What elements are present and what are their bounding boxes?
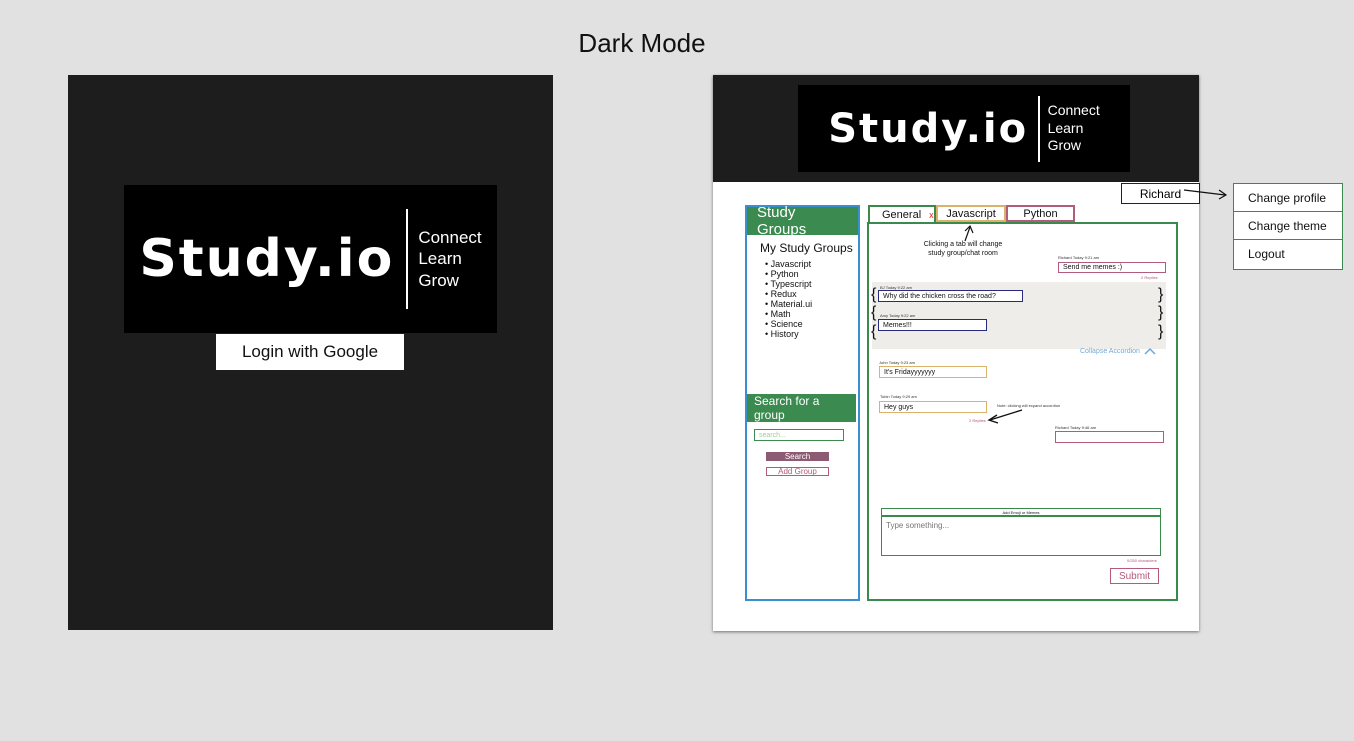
sidebar-title: Study Groups [747, 204, 858, 238]
sidebar-item-javascript[interactable]: Javascript [765, 259, 858, 269]
login-logo: Study.io Connect Learn Grow [124, 185, 497, 333]
chat-message[interactable]: Hey guys [879, 401, 987, 413]
logo-wordmark: Study.io [139, 229, 395, 289]
logo-wordmark: Study.io [828, 105, 1029, 152]
collapse-label: Collapse Accordion [1080, 348, 1140, 355]
message-meta: John Today 9:23 am [879, 360, 915, 365]
sidebar-item-history[interactable]: History [765, 329, 858, 339]
tab-javascript[interactable]: Javascript [936, 205, 1006, 222]
chat-message[interactable]: Send me memes :) [1058, 262, 1166, 273]
search-group-heading: Search for a group [747, 394, 856, 422]
sidebar-item-material-ui[interactable]: Material.ui [765, 299, 858, 309]
logo-divider [1038, 95, 1040, 162]
brace-left-icon: { [871, 286, 877, 303]
tagline-grow: Grow [418, 270, 459, 290]
message-replies-link[interactable]: 2 Replies [969, 418, 986, 423]
tagline-connect: Connect [1047, 102, 1100, 119]
reply-note-arrow-icon [987, 409, 1023, 424]
sidebar-item-redux[interactable]: Redux [765, 289, 858, 299]
add-group-button[interactable]: Add Group [766, 467, 829, 476]
brace-left-icon: { [871, 323, 877, 340]
menu-item-change-theme[interactable]: Change theme [1234, 212, 1342, 240]
chat-message[interactable]: Why did the chicken cross the road? [878, 290, 1023, 302]
character-count: 0/250 characters [1127, 558, 1157, 563]
brace-left-icon: { [871, 304, 877, 321]
arrow-to-menu-icon [1183, 189, 1228, 200]
page-title: Dark Mode [578, 28, 706, 58]
sidebar-item-python[interactable]: Python [765, 269, 858, 279]
login-google-button[interactable]: Login with Google [216, 334, 404, 370]
menu-item-logout[interactable]: Logout [1234, 240, 1342, 268]
tagline-learn: Learn [418, 249, 462, 269]
tagline-learn: Learn [1047, 119, 1084, 136]
my-study-groups-heading: My Study Groups [760, 241, 853, 255]
tab-general-label: General [882, 208, 922, 221]
submit-button[interactable]: Submit [1110, 568, 1159, 584]
logo-taglines: Connect Learn Grow [418, 227, 481, 291]
collapse-accordion-button[interactable]: Collapse Accordion [1080, 348, 1156, 355]
logo-taglines: Connect Learn Grow [1048, 102, 1100, 155]
emoji-memes-button[interactable]: Add Emoji or Memes [881, 508, 1161, 516]
message-meta: Amy Today 9:22 am [880, 313, 916, 318]
tab-close-icon[interactable]: x [929, 210, 934, 220]
message-meta: Richard Today 9:21 am [1058, 255, 1100, 260]
sidebar-item-science[interactable]: Science [765, 319, 858, 329]
tab-general[interactable]: General x [868, 205, 936, 222]
reply-note: Note: clicking will expand accordion [997, 403, 1061, 408]
group-search-input[interactable]: search... [754, 429, 844, 441]
tab-python[interactable]: Python [1006, 205, 1075, 222]
sidebar-item-math[interactable]: Math [765, 309, 858, 319]
header-logo: Study.io Connect Learn Grow [798, 85, 1130, 172]
study-group-list: Javascript Python Typescript Redux Mater… [747, 259, 858, 339]
tab-note: Clicking a tab will change study group/c… [923, 241, 1003, 257]
message-meta: Richard Today 9:46 am [1055, 425, 1097, 430]
chat-message[interactable]: It's Fridayyyyyyy [879, 366, 987, 378]
chat-message[interactable] [1055, 431, 1164, 443]
user-dropdown-menu: Change profile Change theme Logout [1233, 183, 1343, 270]
message-textarea[interactable]: Type something... [881, 516, 1161, 556]
chat-message[interactable]: Memes!!! [878, 319, 987, 331]
search-button[interactable]: Search [766, 452, 829, 461]
brace-right-icon: } [1158, 304, 1164, 321]
logo-divider [406, 209, 409, 309]
brace-right-icon: } [1158, 323, 1164, 340]
chevron-up-icon [1144, 348, 1156, 355]
message-replies-link[interactable]: 2 Replies [1141, 275, 1158, 280]
sidebar-item-typescript[interactable]: Typescript [765, 279, 858, 289]
message-meta: Tobin Today 9:29 am [880, 394, 917, 399]
tagline-connect: Connect [418, 228, 482, 248]
tagline-grow: Grow [1047, 137, 1082, 154]
menu-item-change-profile[interactable]: Change profile [1234, 184, 1342, 212]
brace-right-icon: } [1158, 286, 1164, 303]
